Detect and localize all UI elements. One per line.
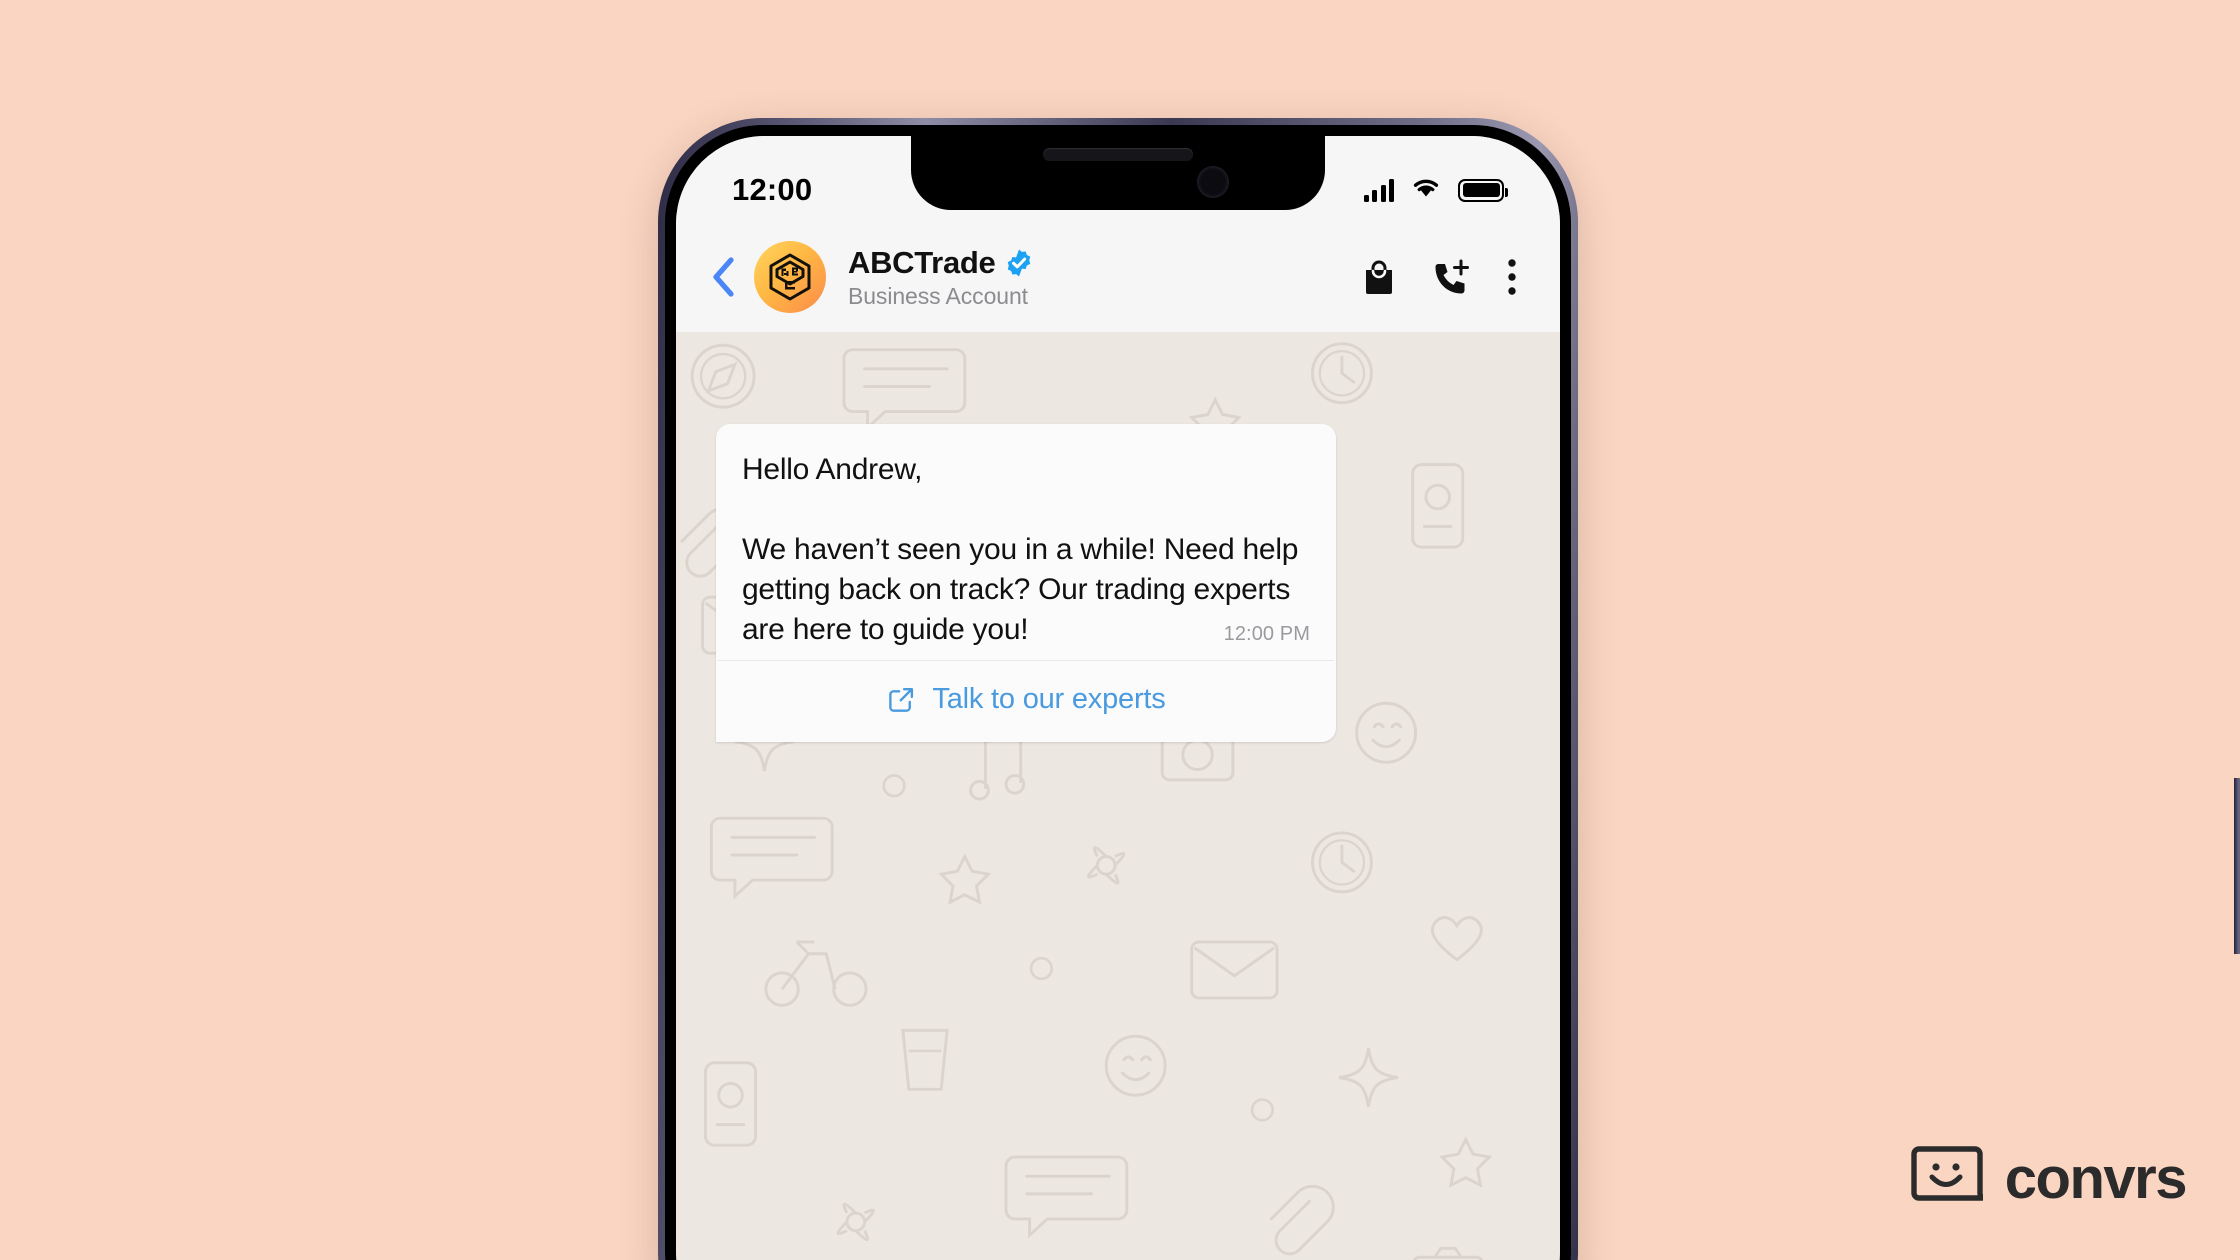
- convrs-logo: convrs: [1911, 1146, 2188, 1212]
- status-bar-icons: [1363, 176, 1508, 204]
- phone-screen: 12:00 ABCTrade Business Account Hello An…: [676, 136, 1560, 1260]
- add-call-button[interactable]: [1432, 259, 1470, 295]
- convrs-wordmark: convrs: [2004, 1146, 2188, 1211]
- contact-name: ABCTrade: [848, 244, 996, 280]
- chevron-left-icon: [713, 257, 734, 297]
- phone-notch: [911, 136, 1325, 210]
- verified-badge-icon: [1008, 249, 1031, 276]
- abctrade-logo-icon: [769, 253, 811, 301]
- phone-bezel: 12:00 ABCTrade Business Account Hello An…: [665, 125, 1571, 1260]
- back-button[interactable]: [696, 250, 750, 304]
- power-button[interactable]: [2234, 778, 2240, 954]
- header-actions: [1362, 258, 1522, 296]
- contact-name-row: ABCTrade: [848, 245, 1358, 281]
- more-options-button[interactable]: [1506, 258, 1518, 296]
- talk-to-experts-button[interactable]: Talk to our experts: [716, 661, 1336, 742]
- cta-label: Talk to our experts: [932, 683, 1166, 715]
- message-text-area: Hello Andrew, We haven’t seen you in a w…: [716, 424, 1336, 660]
- phone-device-frame: 12:00 ABCTrade Business Account Hello An…: [658, 118, 2240, 1260]
- bubble-tail: [716, 720, 718, 742]
- convrs-smiley-chat-icon: [1911, 1146, 1983, 1201]
- message-timestamp: 12:00 PM: [1223, 623, 1310, 645]
- status-bar-time: 12:00: [732, 172, 813, 207]
- front-camera-icon: [1197, 166, 1229, 198]
- shopping-bag-icon: [1366, 260, 1392, 294]
- message-bubble: Hello Andrew, We haven’t seen you in a w…: [716, 424, 1336, 742]
- contact-subtitle: Business Account: [848, 282, 1028, 309]
- avatar[interactable]: [754, 241, 826, 313]
- three-dots-vertical-icon: [1508, 259, 1516, 295]
- phone-plus-icon: [1435, 259, 1469, 294]
- chat-header: ABCTrade Business Account: [676, 222, 1560, 332]
- catalog-button[interactable]: [1362, 259, 1396, 295]
- external-link-icon: [889, 687, 914, 712]
- chat-message-area: Hello Andrew, We haven’t seen you in a w…: [676, 332, 1560, 1260]
- header-contact-info[interactable]: ABCTrade Business Account: [848, 245, 1358, 310]
- battery-icon: [1458, 178, 1508, 202]
- earpiece-speaker: [1043, 148, 1193, 161]
- cellular-signal-icon: [1363, 178, 1394, 202]
- message-greeting: Hello Andrew,: [742, 453, 923, 486]
- wifi-icon: [1411, 176, 1441, 204]
